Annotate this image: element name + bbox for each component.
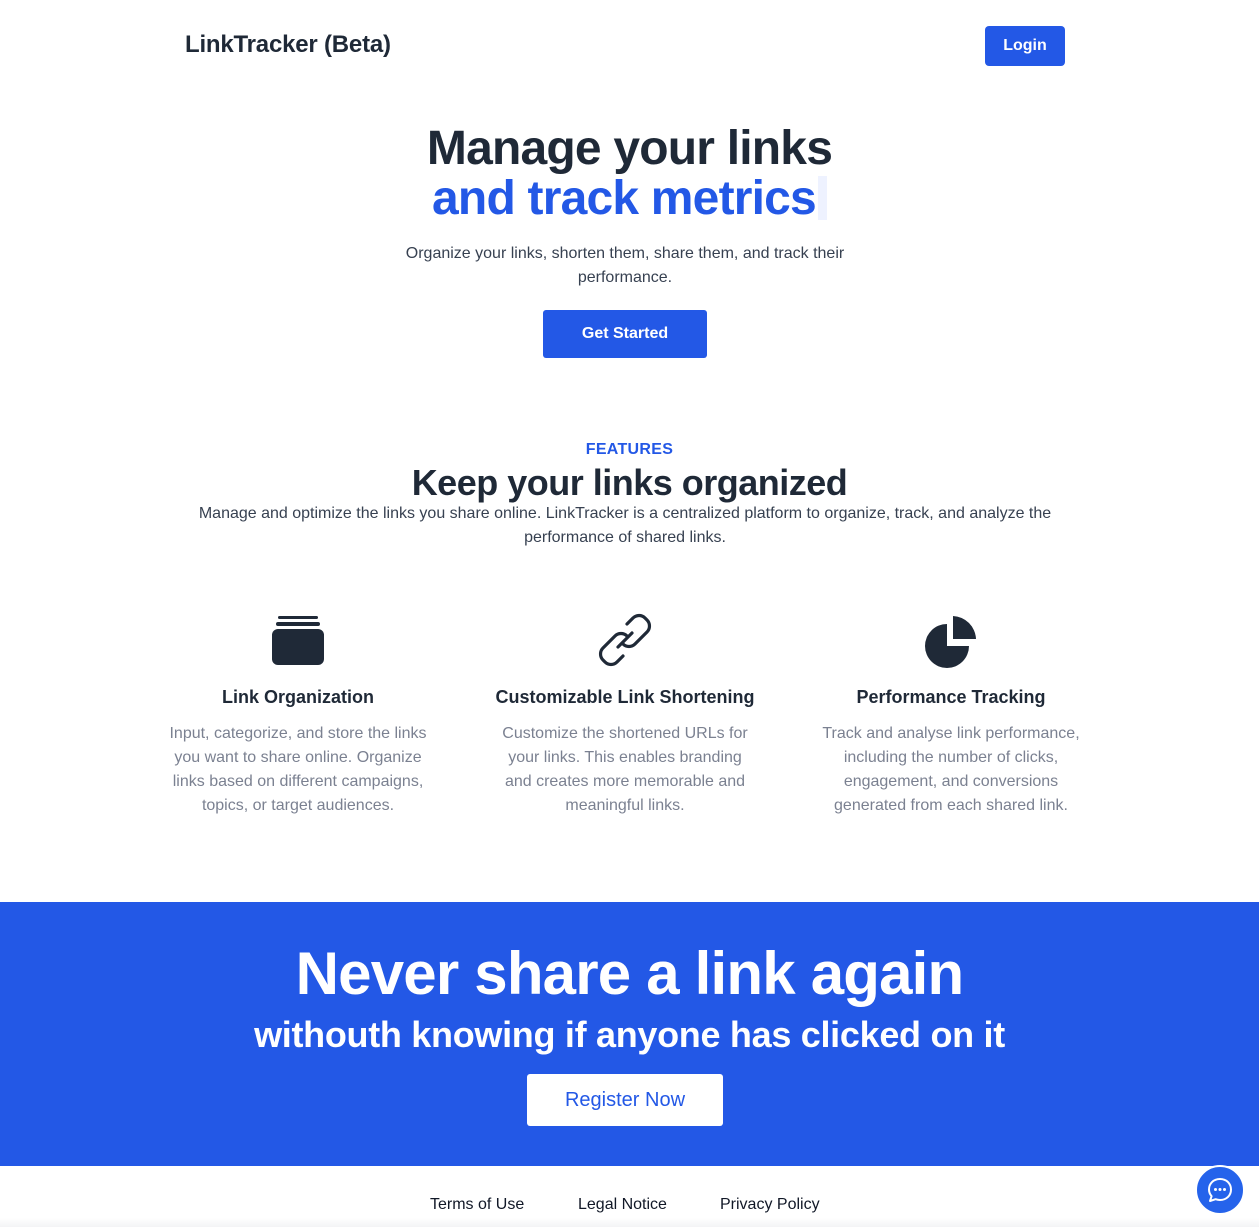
feature-card-link-organization: Link Organization Input, categorize, and… xyxy=(153,612,443,818)
login-button[interactable]: Login xyxy=(985,26,1065,66)
hero-title-line2: and track metrics xyxy=(432,172,817,225)
feature-title: Customizable Link Shortening xyxy=(495,687,755,707)
brand-logo-text[interactable]: LinkTracker (Beta) xyxy=(185,31,391,59)
get-started-button[interactable]: Get Started xyxy=(543,310,707,358)
typing-caret xyxy=(817,176,827,220)
footer-link-terms[interactable]: Terms of Use xyxy=(430,1196,524,1214)
features-eyebrow: FEATURES xyxy=(585,441,674,458)
top-nav: LinkTracker (Beta) Login xyxy=(0,0,1259,92)
pie-chart-icon xyxy=(925,616,976,668)
chat-button[interactable] xyxy=(1195,1165,1245,1215)
landing-page: LinkTracker (Beta) Login Manage your lin… xyxy=(0,0,1259,1227)
hero-title: Manage your links and track metrics xyxy=(0,124,1259,224)
feature-title: Link Organization xyxy=(221,687,374,707)
feature-card-link-shortening: Customizable Link Shortening Customize t… xyxy=(480,612,770,818)
link-icon xyxy=(598,613,652,667)
banner-title: Never share a link again xyxy=(295,940,965,1007)
hero-title-line1: Manage your links xyxy=(426,122,833,175)
feature-description: Track and analyse link performance, incl… xyxy=(822,725,1080,814)
feature-description: Input, categorize, and store the links y… xyxy=(169,725,427,814)
feature-title: Performance Tracking xyxy=(856,687,1046,707)
banner-subtitle: withouth knowing if anyone has clicked o… xyxy=(254,1014,1005,1055)
feature-card-performance-tracking: Performance Tracking Track and analyse l… xyxy=(806,612,1096,818)
features-title: Keep your links organized xyxy=(411,462,848,503)
register-banner: Never share a link again withouth knowin… xyxy=(0,902,1259,1166)
footer-link-legal[interactable]: Legal Notice xyxy=(578,1196,667,1214)
footer: Terms of Use Legal Notice Privacy Policy xyxy=(0,1166,1259,1227)
chat-bubble-icon xyxy=(1208,1178,1232,1202)
register-now-button[interactable]: Register Now xyxy=(527,1074,723,1126)
features-description: Manage and optimize the links you share … xyxy=(198,505,1052,546)
feature-description: Customize the shortened URLs for your li… xyxy=(502,725,748,814)
footer-link-privacy[interactable]: Privacy Policy xyxy=(720,1196,820,1214)
hero-subtitle: Organize your links, shorten them, share… xyxy=(405,245,845,286)
stack-icon xyxy=(272,616,324,665)
